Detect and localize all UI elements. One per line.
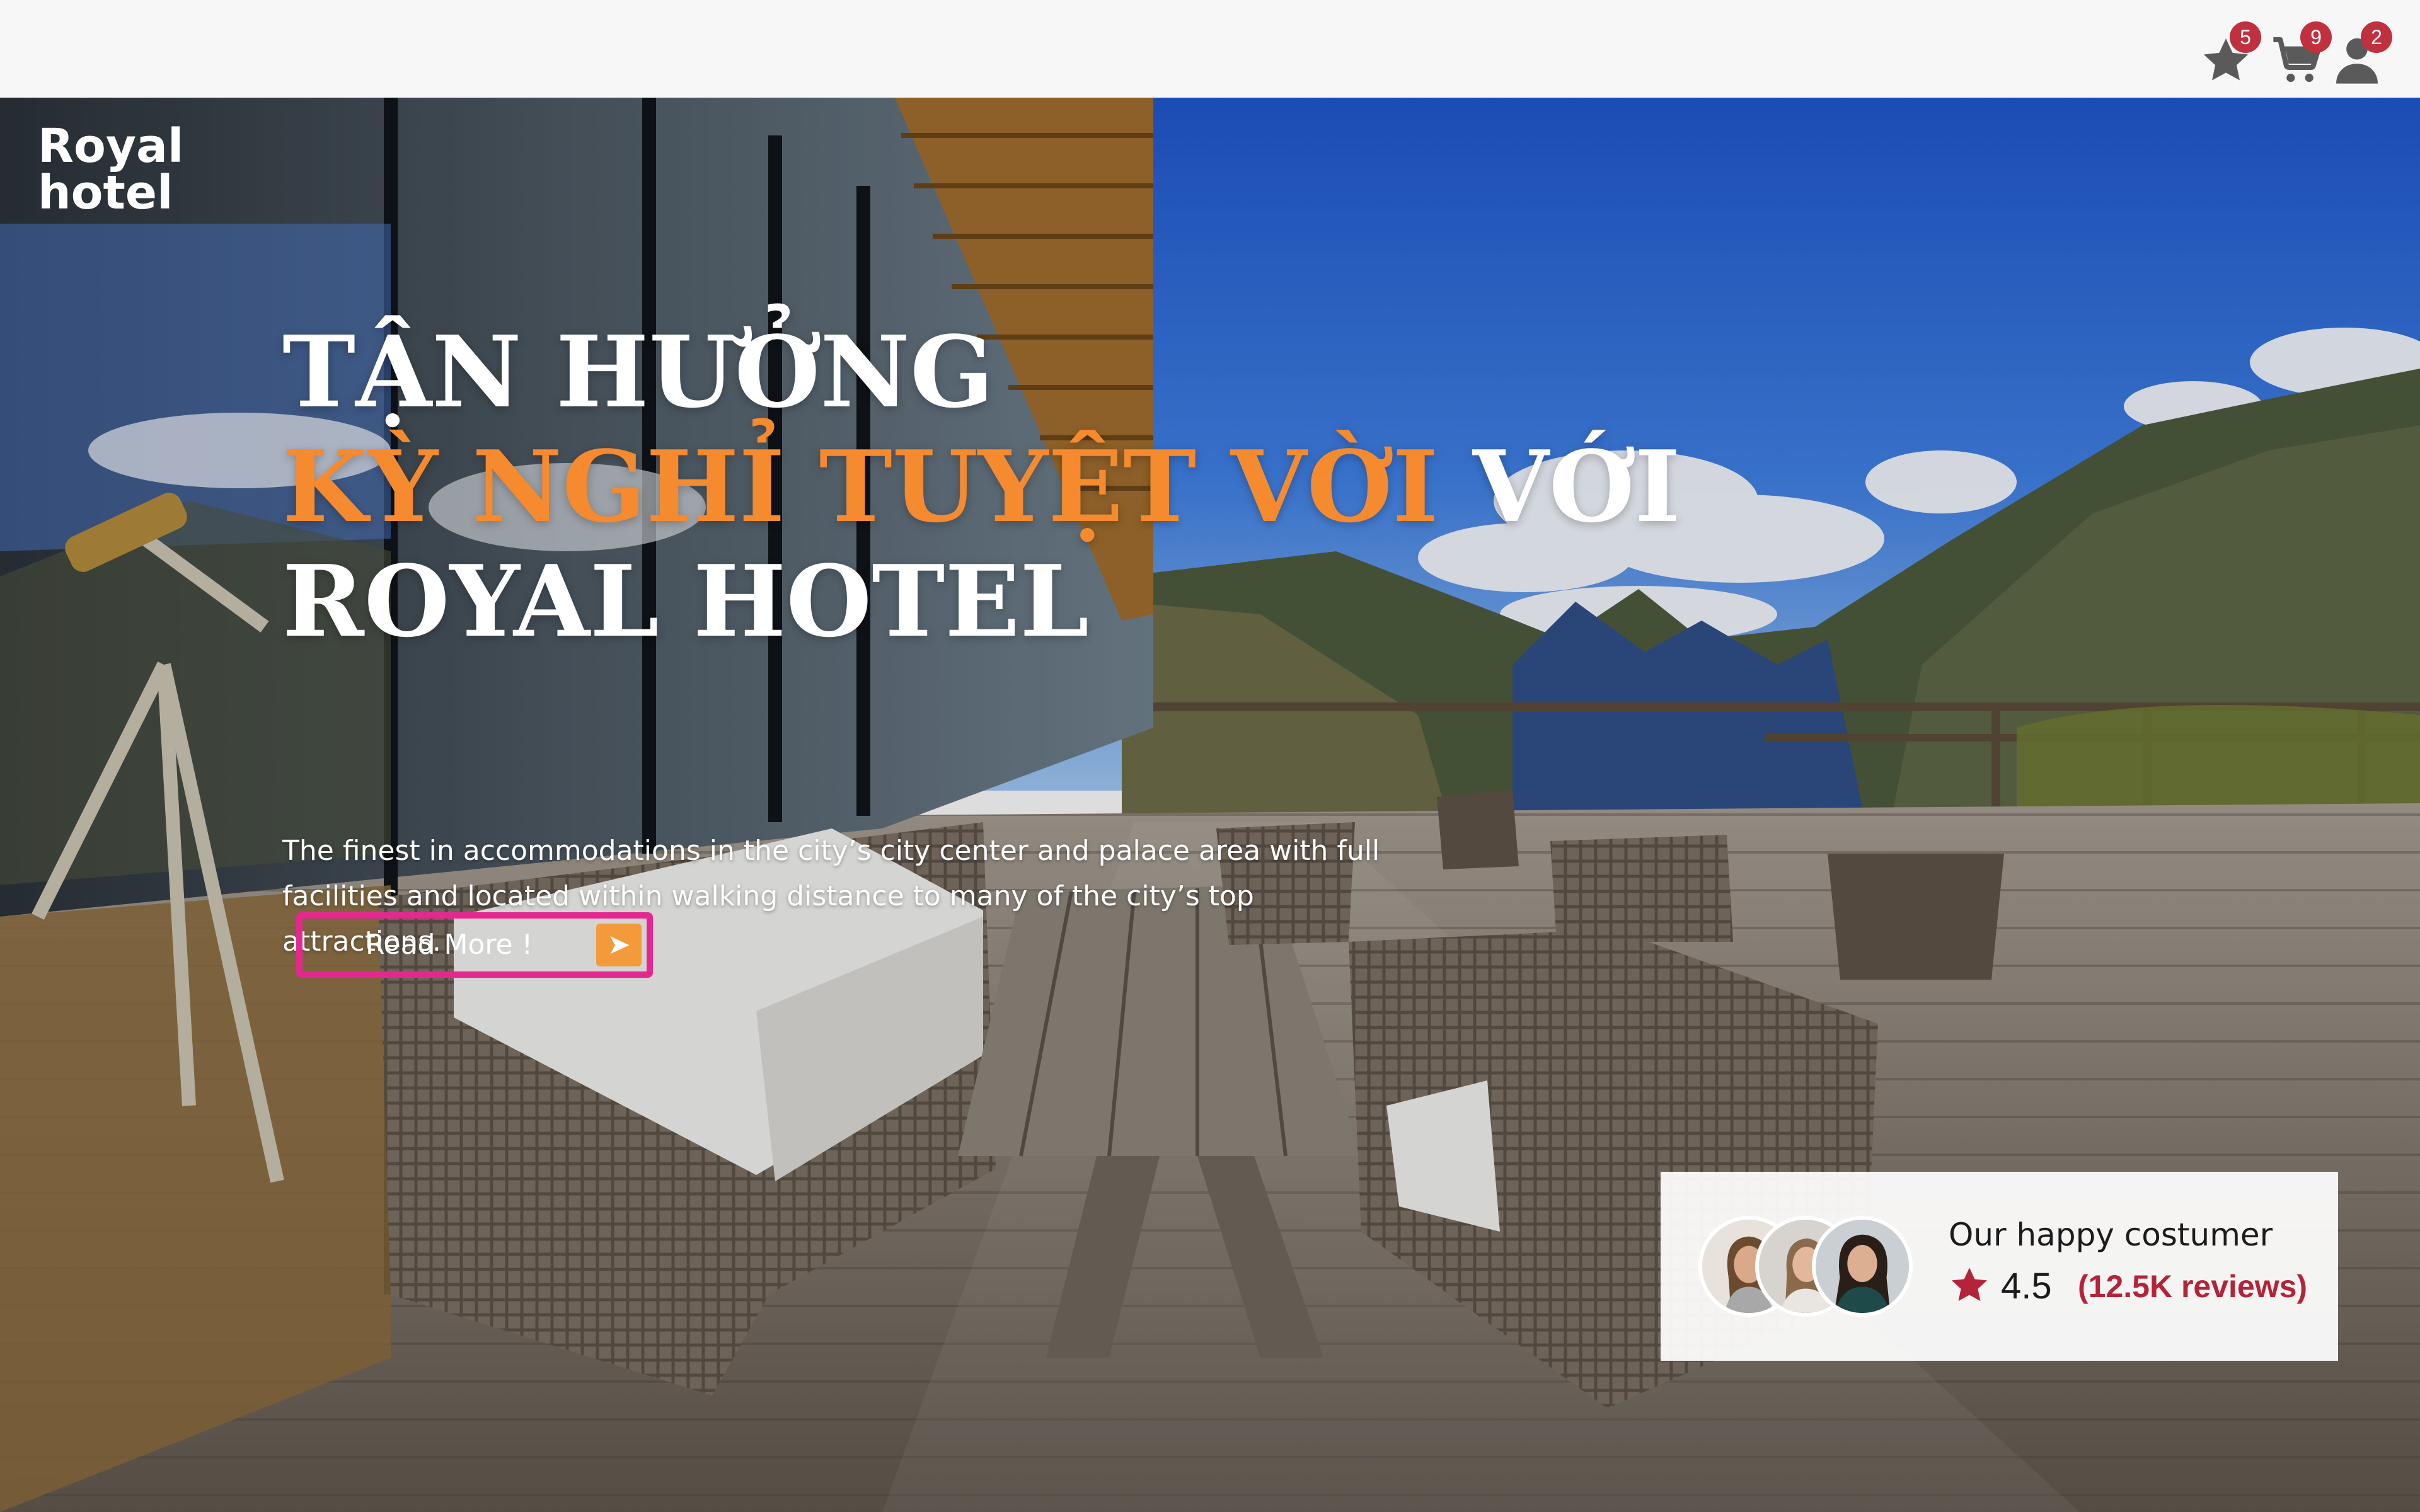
customer-avatar-3 (1812, 1216, 1913, 1317)
review-card: Our happy costumer 4.5 (12.5K reviews) (1661, 1172, 2338, 1361)
read-more-button[interactable]: Read More ! ➤ (296, 912, 653, 978)
headline-line-3: ROYAL HOTEL (282, 544, 1089, 659)
headline-line-2: KỲ NGHỈ TUYỆT VỜI VỚI (282, 429, 1681, 544)
user-badge: 2 (2361, 21, 2392, 53)
headline-line-2-rest: VỚI (1438, 429, 1681, 544)
hero-section: Royal hotel TẬN HƯỞNG KỲ NGHỈ TUYỆT VỜI … (0, 98, 2420, 1512)
arrow-right-icon: ➤ (596, 924, 642, 966)
headline-line-1: TẬN HƯỞNG (282, 314, 994, 430)
review-title: Our happy costumer (1949, 1217, 2273, 1253)
brand-line-1: Royal (38, 119, 184, 173)
user-icon[interactable]: 2 (2329, 21, 2392, 88)
star-icon (1952, 1268, 1987, 1302)
review-rating: 4.5 (2001, 1266, 2052, 1307)
cart-badge: 9 (2300, 21, 2332, 53)
favorites-badge: 5 (2230, 21, 2261, 53)
favorites-icon[interactable]: 5 (2198, 21, 2261, 88)
headline-accent: KỲ NGHỈ TUYỆT VỜI (282, 429, 1439, 544)
brand-logo[interactable]: Royal hotel (38, 123, 202, 216)
cart-icon[interactable]: 9 (2269, 21, 2332, 88)
brand-line-2: hotel (38, 166, 173, 220)
review-count[interactable]: (12.5K reviews) (2078, 1268, 2307, 1305)
hero-headline: TẬN HƯỞNG KỲ NGHỈ TUYỆT VỜI VỚI ROYAL HO… (282, 314, 1681, 659)
top-bar: 5 9 2 (0, 0, 2420, 98)
avatar-3-image (1816, 1220, 1909, 1313)
read-more-label: Read More ! (366, 929, 533, 961)
